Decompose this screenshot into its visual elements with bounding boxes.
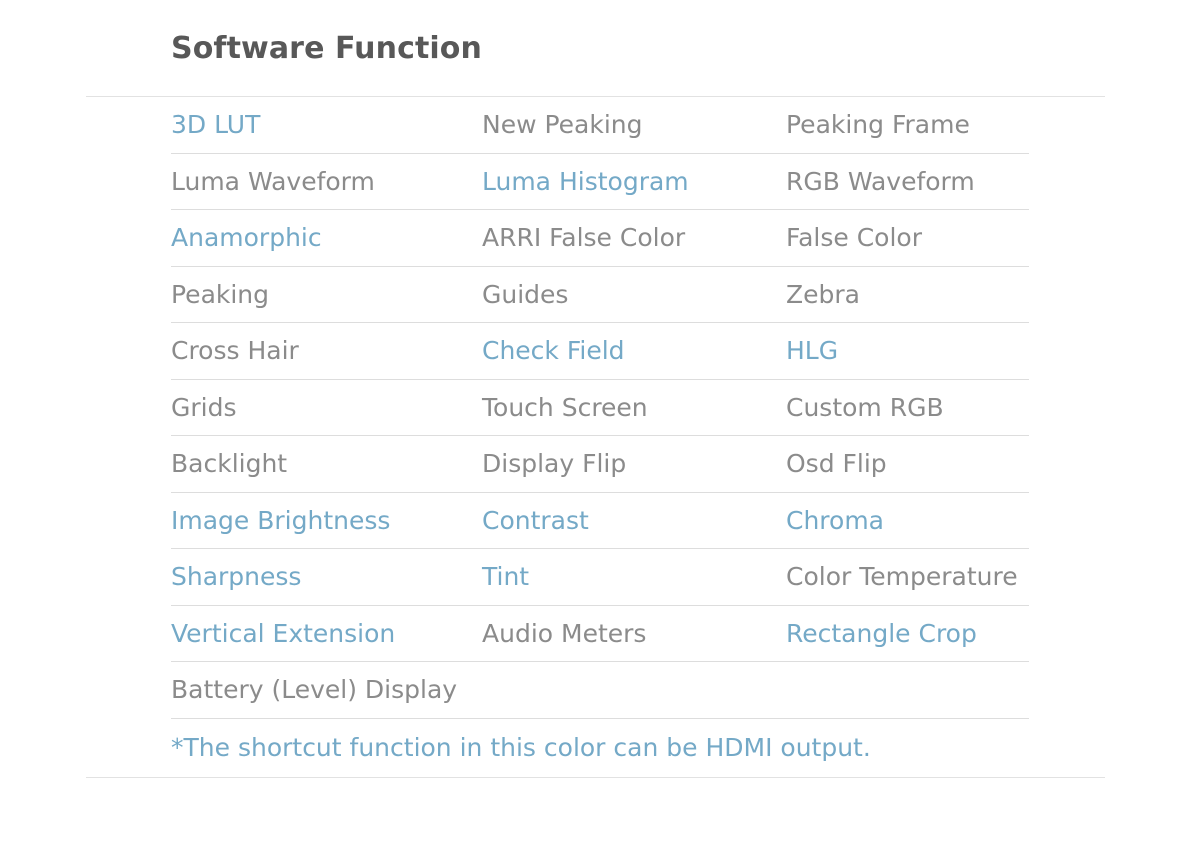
feature-label: Guides xyxy=(482,279,569,309)
feature-label: Custom RGB xyxy=(786,392,944,422)
table-row: Vertical Extension Audio Meters Rectangle … xyxy=(171,606,1029,662)
feature-label: Zebra xyxy=(786,279,860,309)
feature-label: 3D LUT xyxy=(171,110,261,140)
table-row: Sharpness Tint Color Temperature xyxy=(171,549,1029,606)
table-row: Image Brightness Contrast Chroma xyxy=(171,493,1029,549)
feature-label: Battery (Level) Display xyxy=(171,675,458,705)
table-bottom-rule xyxy=(86,776,1105,778)
feature-label: Chroma xyxy=(786,505,884,535)
feature-label: Contrast xyxy=(482,505,589,535)
feature-label: Grids xyxy=(171,392,237,422)
feature-label: Peaking xyxy=(171,279,270,309)
hdmi-output-note: *The shortcut function in this color can… xyxy=(171,733,871,762)
feature-label: Peaking Frame xyxy=(786,110,970,140)
feature-label: Backlight xyxy=(171,449,288,479)
feature-label: False Color xyxy=(786,223,922,253)
feature-label: Cross Hair xyxy=(171,336,299,366)
page-title: Software Function xyxy=(171,31,482,66)
table-row: Battery (Level) Display xyxy=(171,662,1029,719)
feature-label: HLG xyxy=(786,336,839,366)
feature-label: Check Field xyxy=(482,336,625,366)
feature-label: Anamorphic xyxy=(171,223,322,253)
feature-label: Audio Meters xyxy=(482,618,647,648)
feature-label: Luma Histogram xyxy=(482,166,689,196)
feature-label: Rectangle Crop xyxy=(786,618,977,648)
feature-label: Tint xyxy=(482,562,530,592)
feature-label: Sharpness xyxy=(171,562,302,592)
table-row: Cross Hair Check Field HLG xyxy=(171,323,1029,380)
feature-label: New Peaking xyxy=(482,110,643,140)
table-row: 3D LUT New Peaking Peaking Frame xyxy=(171,97,1029,154)
software-function-page: Software Function 3D LUT New Peaking Peaki… xyxy=(0,0,1200,849)
software-function-table: 3D LUT New Peaking Peaking Frame Luma Wavef… xyxy=(86,96,1105,778)
feature-label: Osd Flip xyxy=(786,449,887,479)
table-body: 3D LUT New Peaking Peaking Frame Luma Wavef… xyxy=(86,97,1105,777)
feature-label: RGB Waveform xyxy=(786,166,975,196)
feature-label: Vertical Extension xyxy=(171,618,396,648)
feature-label: Image Brightness xyxy=(171,505,391,535)
feature-label: Touch Screen xyxy=(482,392,648,422)
feature-label: Luma Waveform xyxy=(171,166,375,196)
table-row: Peaking Guides Zebra xyxy=(171,267,1029,323)
feature-label: Color Temperature xyxy=(786,562,1018,592)
feature-label: ARRI False Color xyxy=(482,223,686,253)
table-row: Backlight Display Flip Osd Flip xyxy=(171,436,1029,493)
table-row: Luma Waveform Luma Histogram RGB Waveform xyxy=(171,154,1029,210)
table-row: Anamorphic ARRI False Color False Color xyxy=(171,210,1029,267)
footnote-row: *The shortcut function in this color can… xyxy=(171,719,1029,777)
feature-label: Display Flip xyxy=(482,449,627,479)
table-row: Grids Touch Screen Custom RGB xyxy=(171,380,1029,436)
